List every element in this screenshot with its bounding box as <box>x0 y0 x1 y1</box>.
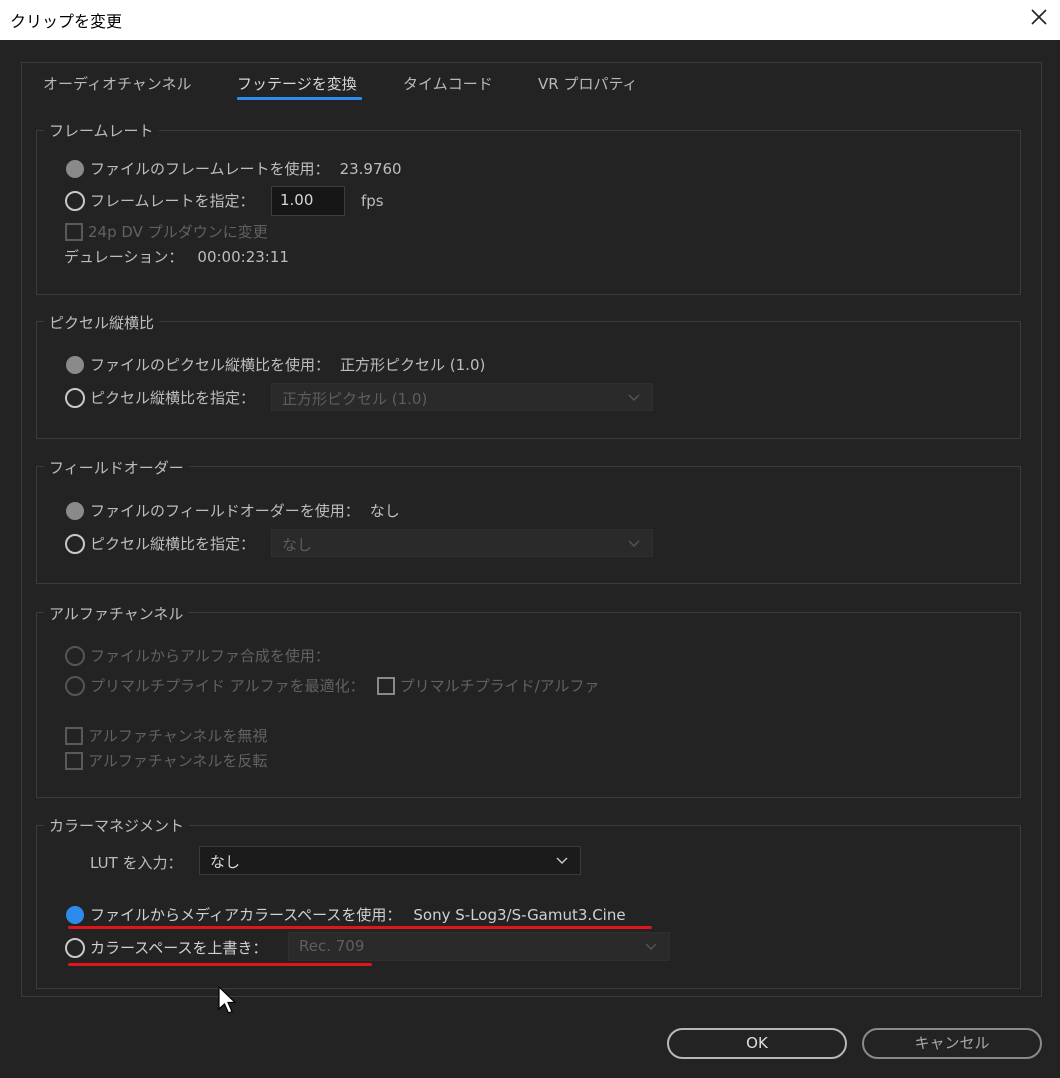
annotation-underline <box>68 963 372 966</box>
override-colorspace-label: カラースペースを上書き： <box>90 939 268 957</box>
duration-row: デュレーション： 00:00:23:11 <box>64 246 289 267</box>
field-order-group-label: フィールドオーダー <box>44 457 189 478</box>
chevron-down-icon <box>628 394 640 401</box>
premult-checkbox <box>376 676 395 695</box>
annotation-underline <box>68 926 652 929</box>
lut-select[interactable]: なし <box>199 846 581 875</box>
pulldown-label: 24p DV プルダウンに変更 <box>88 223 268 241</box>
alpha-premult-row: プリマルチプライド アルファを最適化： プリマルチプライド/アルファ <box>65 675 600 696</box>
field-order-use-file-label: ファイルのフィールドオーダーを使用： <box>90 502 360 520</box>
lut-label: LUT を入力： <box>90 854 183 872</box>
framerate-assume-radio[interactable] <box>65 190 85 211</box>
override-colorspace-radio[interactable] <box>65 937 85 958</box>
framerate-file-value: 23.9760 <box>339 159 402 178</box>
alpha-ignore-label: アルファチャンネルを無視 <box>88 727 268 745</box>
framerate-input[interactable]: 1.00 <box>271 186 345 216</box>
pixel-aspect-use-file-row[interactable]: ファイルのピクセル縦横比を使用： 正方形ピクセル (1.0) <box>65 354 485 375</box>
media-colorspace-value: Sony S-Log3/S-Gamut3.Cine <box>413 905 626 924</box>
mouse-cursor-icon <box>218 986 237 1014</box>
pixel-aspect-select[interactable]: 正方形ピクセル (1.0) <box>271 383 653 411</box>
field-order-use-file-row[interactable]: ファイルのフィールドオーダーを使用： なし <box>65 500 400 521</box>
alpha-premult-radio <box>65 675 85 696</box>
close-icon[interactable] <box>1028 6 1050 28</box>
tab-audio-channels[interactable]: オーディオチャンネル <box>43 73 192 94</box>
tab-timecode[interactable]: タイムコード <box>403 73 493 94</box>
pixel-aspect-group <box>36 321 1021 439</box>
framerate-use-file-label: ファイルのフレームレートを使用： <box>90 160 330 178</box>
pulldown-row: 24p DV プルダウンに変更 <box>65 221 268 242</box>
use-media-colorspace-row[interactable]: ファイルからメディアカラースペースを使用： Sony S-Log3/S-Gamu… <box>65 904 626 925</box>
use-media-colorspace-radio[interactable] <box>66 905 84 924</box>
alpha-ignore-checkbox <box>65 726 83 745</box>
duration-value: 00:00:23:11 <box>197 247 289 266</box>
alpha-use-file-radio <box>65 645 85 666</box>
alpha-invert-checkbox <box>65 751 83 770</box>
alpha-invert-row: アルファチャンネルを反転 <box>65 750 267 771</box>
tab-interpret-footage[interactable]: フッテージを変換 <box>237 73 357 94</box>
override-colorspace-row[interactable]: カラースペースを上書き： <box>65 937 267 958</box>
pixel-aspect-assume-row[interactable]: ピクセル縦横比を指定： <box>65 387 255 408</box>
chevron-down-icon <box>556 857 568 864</box>
use-media-colorspace-label: ファイルからメディアカラースペースを使用： <box>90 906 402 924</box>
premult-check-label: プリマルチプライド/アルファ <box>399 677 600 695</box>
window-title: クリップを変更 <box>10 12 123 31</box>
framerate-group-label: フレームレート <box>44 120 159 141</box>
field-order-select-value: なし <box>282 536 313 554</box>
chevron-down-icon <box>645 943 657 950</box>
duration-label: デュレーション： <box>64 248 184 266</box>
pixel-aspect-group-label: ピクセル縦横比 <box>44 312 160 333</box>
alpha-premult-label: プリマルチプライド アルファを最適化： <box>90 677 365 695</box>
pixel-aspect-assume-label: ピクセル縦横比を指定： <box>90 389 256 407</box>
field-order-file-value: なし <box>369 502 400 520</box>
framerate-use-file-radio[interactable] <box>66 159 84 178</box>
chevron-down-icon <box>628 540 640 547</box>
pulldown-checkbox <box>65 222 83 241</box>
pixel-aspect-assume-radio[interactable] <box>65 387 85 408</box>
alpha-use-file-row: ファイルからアルファ合成を使用： <box>65 645 330 666</box>
cancel-button[interactable]: キャンセル <box>862 1028 1042 1059</box>
override-colorspace-select-value: Rec. 709 <box>299 937 365 955</box>
pixel-aspect-use-file-radio[interactable] <box>66 355 84 374</box>
ok-button[interactable]: OK <box>667 1028 847 1059</box>
lut-select-value: なし <box>210 853 241 871</box>
tab-vr-properties[interactable]: VR プロパティ <box>538 73 638 94</box>
override-colorspace-select[interactable]: Rec. 709 <box>288 932 670 961</box>
color-group-label: カラーマネジメント <box>44 815 190 836</box>
framerate-assume-row[interactable]: フレームレートを指定： <box>65 190 255 211</box>
alpha-invert-label: アルファチャンネルを反転 <box>88 752 268 770</box>
pixel-aspect-select-value: 正方形ピクセル (1.0) <box>282 390 428 408</box>
field-order-select[interactable]: なし <box>271 529 653 557</box>
pixel-aspect-use-file-label: ファイルのピクセル縦横比を使用： <box>90 356 331 374</box>
framerate-use-file-row[interactable]: ファイルのフレームレートを使用： 23.9760 <box>65 158 402 179</box>
framerate-assume-label: フレームレートを指定： <box>90 192 255 210</box>
alpha-ignore-row: アルファチャンネルを無視 <box>65 725 267 746</box>
active-tab-indicator <box>237 97 362 100</box>
field-order-assume-radio[interactable] <box>65 533 85 554</box>
field-order-use-file-radio[interactable] <box>66 501 84 520</box>
pixel-aspect-file-value: 正方形ピクセル (1.0) <box>340 356 486 374</box>
fps-unit-label: fps <box>361 192 384 210</box>
alpha-use-file-label: ファイルからアルファ合成を使用： <box>90 647 330 665</box>
field-order-assume-row[interactable]: ピクセル縦横比を指定： <box>65 533 255 554</box>
framerate-group <box>36 130 1021 295</box>
field-order-assume-label: ピクセル縦横比を指定： <box>90 535 256 553</box>
title-bar: クリップを変更 <box>0 0 1060 40</box>
field-order-group <box>36 466 1021 584</box>
alpha-group-label: アルファチャンネル <box>44 603 189 624</box>
